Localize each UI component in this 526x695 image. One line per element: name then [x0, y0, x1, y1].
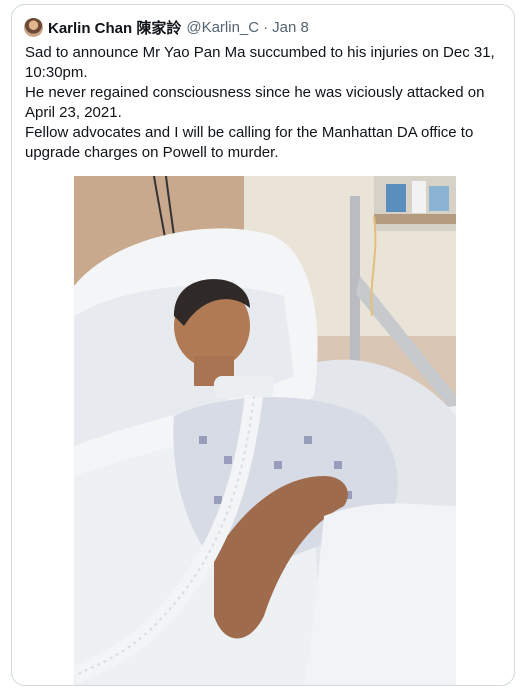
tweet-date[interactable]: Jan 8 [272, 19, 309, 36]
tweet-text-line: He never regained consciousness since he… [25, 84, 485, 121]
tweet-text-line: Fellow advocates and I will be calling f… [25, 124, 474, 161]
display-name[interactable]: Karlin Chan 陳家詅 [48, 17, 181, 38]
tweet-text-line: Sad to announce Mr Yao Pan Ma succumbed … [25, 44, 495, 81]
tweet-header: Karlin Chan 陳家詅 @Karlin_C · Jan 8 [24, 16, 309, 38]
avatar[interactable] [24, 17, 43, 37]
tweet-card[interactable]: Karlin Chan 陳家詅 @Karlin_C · Jan 8 Sad to… [11, 4, 515, 686]
tweet-text: Sad to announce Mr Yao Pan Ma succumbed … [25, 43, 507, 163]
hospital-bed-photo-icon [74, 176, 456, 685]
tweet-photo[interactable] [74, 176, 456, 685]
user-handle[interactable]: @Karlin_C [186, 19, 259, 36]
header-separator: · [263, 18, 269, 36]
